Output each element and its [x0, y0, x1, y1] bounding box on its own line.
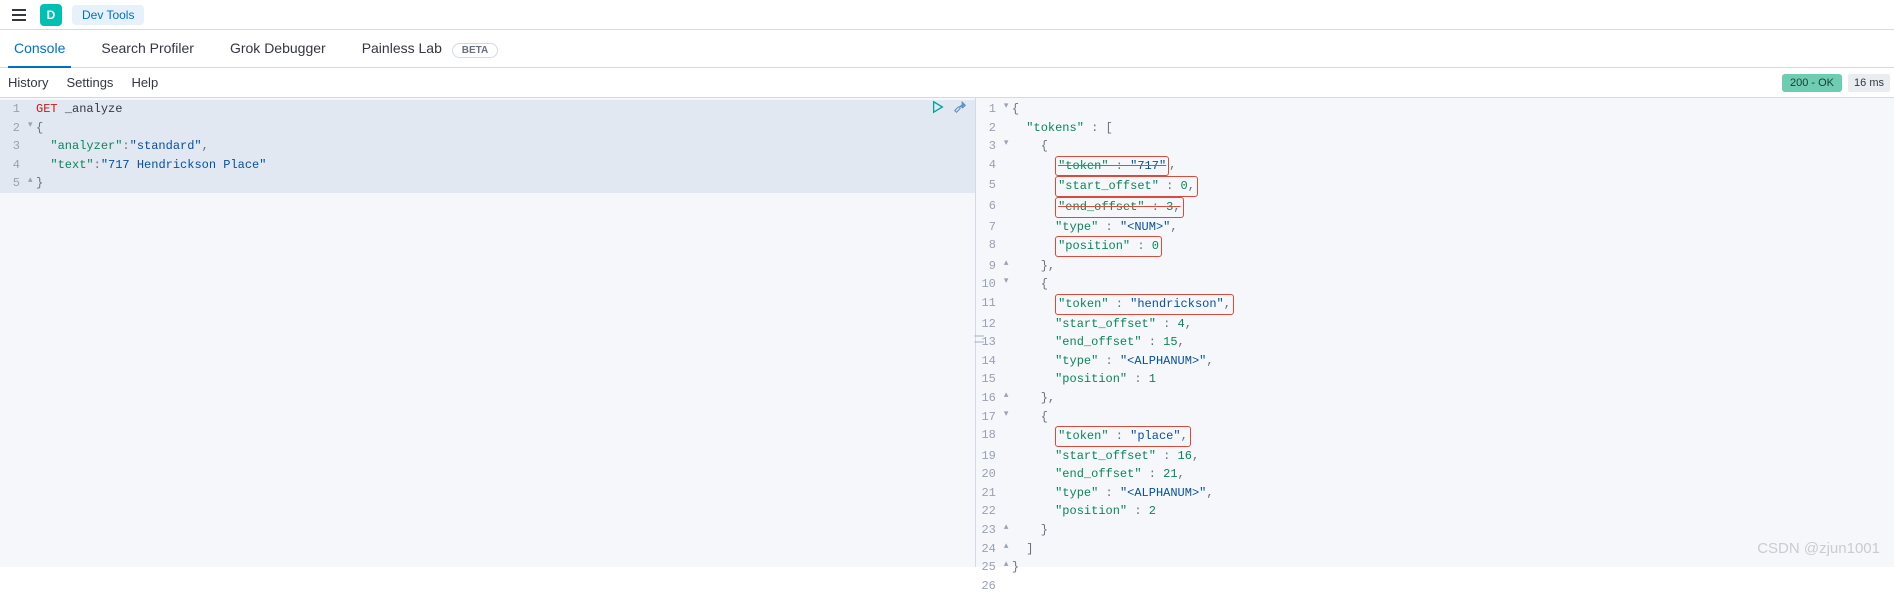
menu-icon[interactable]: [8, 5, 30, 25]
line-number: 2: [0, 119, 26, 138]
request-pane[interactable]: 1 GET _analyze 2▾{ 3 "analyzer":"standar…: [0, 98, 976, 567]
response-pane[interactable]: || 1▾{ 2 "tokens" : [ 3▾ { 4 "token" : "…: [976, 98, 1894, 567]
line-number: 10: [976, 275, 1002, 294]
wrench-icon[interactable]: [953, 100, 967, 121]
breadcrumb-devtools[interactable]: Dev Tools: [72, 5, 144, 25]
line-number: 3: [976, 137, 1002, 156]
toolbar-help[interactable]: Help: [131, 75, 158, 90]
editor-panes: 1 GET _analyze 2▾{ 3 "analyzer":"standar…: [0, 98, 1894, 567]
request-path: _analyze: [65, 100, 123, 119]
http-method: GET: [36, 100, 58, 119]
line-number: 12: [976, 315, 1002, 334]
line-number: 19: [976, 447, 1002, 466]
line-number: 4: [0, 156, 26, 175]
status-timing: 16 ms: [1848, 74, 1890, 92]
line-number: 16: [976, 389, 1002, 408]
tab-search-profiler[interactable]: Search Profiler: [95, 30, 200, 68]
tab-painless-lab[interactable]: Painless Lab BETA: [356, 30, 505, 68]
status-bar: 200 - OK 16 ms: [1782, 68, 1894, 98]
run-icon[interactable]: [931, 100, 945, 121]
line-number: 20: [976, 465, 1002, 484]
line-number: 5: [976, 176, 1002, 197]
line-number: 1: [0, 100, 26, 119]
line-number: 1: [976, 100, 1002, 119]
line-number: 11: [976, 294, 1002, 315]
console-toolbar: History Settings Help: [0, 68, 1894, 98]
line-number: 7: [976, 218, 1002, 237]
tab-console[interactable]: Console: [8, 30, 71, 68]
line-number: 17: [976, 408, 1002, 427]
line-number: 3: [0, 137, 26, 156]
line-number: 2: [976, 119, 1002, 138]
line-number: 14: [976, 352, 1002, 371]
toolbar-history[interactable]: History: [8, 75, 48, 90]
line-number: 18: [976, 426, 1002, 447]
line-number: 26: [976, 577, 1002, 595]
line-number: 24: [976, 540, 1002, 559]
tab-bar: Console Search Profiler Grok Debugger Pa…: [0, 30, 1894, 68]
toolbar-settings[interactable]: Settings: [66, 75, 113, 90]
line-number: 25: [976, 558, 1002, 577]
line-number: 22: [976, 502, 1002, 521]
line-number: 23: [976, 521, 1002, 540]
line-number: 6: [976, 197, 1002, 218]
app-badge[interactable]: D: [40, 4, 62, 26]
line-number: 21: [976, 484, 1002, 503]
beta-badge: BETA: [452, 43, 498, 58]
tab-painless-label: Painless Lab: [362, 40, 442, 56]
top-bar: D Dev Tools: [0, 0, 1894, 30]
pane-dragger[interactable]: ||: [970, 333, 986, 345]
tab-grok-debugger[interactable]: Grok Debugger: [224, 30, 332, 68]
line-number: 4: [976, 156, 1002, 177]
line-number: 9: [976, 257, 1002, 276]
line-number: 15: [976, 370, 1002, 389]
line-number: 8: [976, 236, 1002, 257]
status-code: 200 - OK: [1782, 74, 1842, 92]
line-number: 5: [0, 174, 26, 193]
